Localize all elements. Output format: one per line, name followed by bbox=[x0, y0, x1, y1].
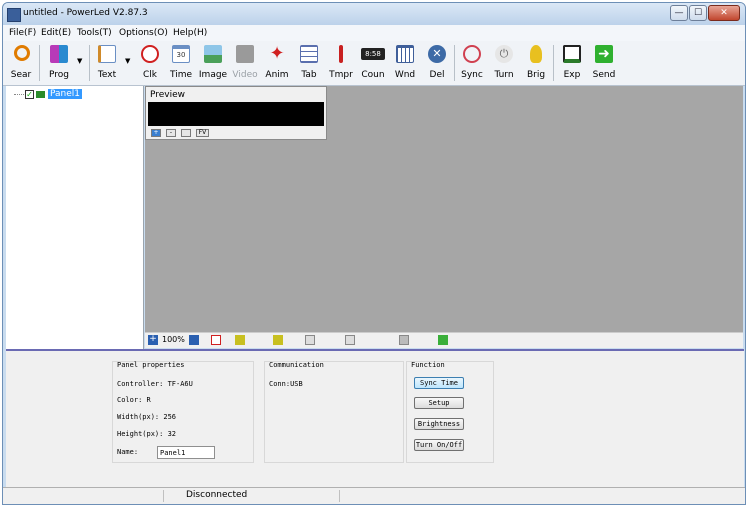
panel-properties-title: Panel properties bbox=[117, 361, 185, 369]
menu-options[interactable]: Options(O) bbox=[119, 28, 168, 38]
panel-icon bbox=[36, 91, 45, 98]
tree-item-panel1[interactable]: Panel1 bbox=[48, 89, 83, 99]
rewind-icon[interactable] bbox=[235, 335, 245, 345]
zoom-in-icon[interactable]: + bbox=[148, 335, 158, 345]
minimize-button[interactable]: — bbox=[670, 5, 688, 21]
sync-time-button[interactable]: Sync Time bbox=[414, 377, 464, 389]
fit-height-icon[interactable] bbox=[305, 335, 315, 345]
toolbar: Sear Prog ▼ Text ▼ Clk 30 Time Image Vid… bbox=[3, 41, 745, 86]
fit-width-icon[interactable] bbox=[345, 335, 355, 345]
toolbar-program-button[interactable]: Prog bbox=[43, 41, 75, 85]
toolbar-label: Prog bbox=[49, 70, 69, 80]
menu-edit[interactable]: Edit(E) bbox=[41, 28, 71, 38]
preview-fv-button[interactable]: FV bbox=[196, 129, 209, 137]
toolbar-send-button[interactable]: ➜ Send bbox=[588, 41, 620, 85]
toolbar-delete-button[interactable]: ✕ Del bbox=[421, 41, 453, 85]
preview-zoom-out-button[interactable]: - bbox=[166, 129, 176, 137]
clock-icon bbox=[141, 45, 159, 63]
editor-workspace: Preview + - FV bbox=[145, 86, 743, 332]
status-cell bbox=[163, 490, 340, 502]
color-value: Color: R bbox=[117, 396, 151, 404]
calendar-icon: 30 bbox=[172, 45, 190, 63]
toolbar-label: Text bbox=[97, 70, 117, 80]
tree-connector bbox=[14, 94, 24, 95]
name-label: Name: bbox=[117, 448, 139, 456]
preview-zoom-in-button[interactable]: + bbox=[151, 129, 161, 137]
forward-icon[interactable] bbox=[273, 335, 283, 345]
setup-button[interactable]: Setup bbox=[414, 397, 464, 409]
window-title: untitled - PowerLed V2.87.3 bbox=[23, 8, 148, 18]
program-dropdown-arrow[interactable]: ▼ bbox=[77, 57, 82, 65]
brightness-button[interactable]: Brightness bbox=[414, 418, 464, 430]
toolbar-brightness-button[interactable]: Brig bbox=[520, 41, 552, 85]
bulb-icon bbox=[530, 45, 542, 63]
thermometer-icon bbox=[339, 45, 343, 63]
height-value: Height(px): 32 bbox=[117, 430, 177, 438]
export-usb-icon bbox=[563, 45, 581, 63]
text-icon bbox=[98, 45, 116, 63]
status-bar: Disconnected bbox=[3, 487, 745, 504]
workspace-toolbar: + 100% bbox=[145, 332, 743, 348]
preview-display bbox=[148, 102, 324, 126]
controller-value: Controller: TF-A6U bbox=[117, 380, 193, 388]
image-icon bbox=[204, 45, 222, 63]
toolbar-search-button[interactable]: Sear bbox=[5, 41, 37, 85]
zoom-out-icon[interactable] bbox=[189, 335, 199, 345]
menu-help[interactable]: Help(H) bbox=[173, 28, 207, 38]
function-group: Function Sync Time Setup Brightness Turn… bbox=[406, 361, 494, 463]
power-icon: ⏻ bbox=[495, 45, 513, 63]
app-icon bbox=[7, 8, 21, 22]
preview-window: Preview + - FV bbox=[145, 86, 327, 140]
connection-value: Conn:USB bbox=[269, 380, 303, 388]
program-icon bbox=[50, 45, 68, 63]
send-arrow-icon: ➜ bbox=[595, 45, 613, 63]
toolbar-label: Send bbox=[592, 70, 616, 80]
delete-icon: ✕ bbox=[428, 45, 446, 63]
turn-on-off-button[interactable]: Turn On/Off bbox=[414, 439, 464, 451]
communication-group: Communication Conn:USB bbox=[264, 361, 404, 463]
play-icon[interactable] bbox=[211, 335, 221, 345]
program-tree: ✓ Panel1 bbox=[6, 86, 144, 349]
status-cell bbox=[3, 490, 164, 502]
title-bar: untitled - PowerLed V2.87.3 — ☐ ✕ bbox=[3, 3, 745, 25]
window-icon bbox=[396, 45, 414, 63]
toolbar-text-button[interactable]: Text bbox=[91, 41, 123, 85]
preview-title: Preview bbox=[150, 90, 186, 100]
table-icon bbox=[300, 45, 318, 63]
animation-icon: ✦ bbox=[269, 43, 285, 64]
menu-bar: File(F) Edit(E) Tools(T) Options(O) Help… bbox=[3, 25, 745, 41]
zoom-level: 100% bbox=[162, 335, 185, 344]
function-title: Function bbox=[411, 361, 445, 369]
menu-tools[interactable]: Tools(T) bbox=[77, 28, 112, 38]
search-icon bbox=[14, 45, 30, 61]
center-icon[interactable] bbox=[399, 335, 409, 345]
panel-name-input[interactable]: Panel1 bbox=[157, 446, 215, 459]
counter-icon: 8:58 bbox=[361, 48, 385, 60]
video-icon bbox=[236, 45, 254, 63]
align-icon[interactable] bbox=[438, 335, 448, 345]
preview-fit-button[interactable] bbox=[181, 129, 191, 137]
sync-clock-icon bbox=[463, 45, 481, 63]
communication-title: Communication bbox=[269, 361, 324, 369]
menu-file[interactable]: File(F) bbox=[9, 28, 36, 38]
properties-panel: Panel properties Controller: TF-A6U Colo… bbox=[6, 349, 744, 487]
panel-checkbox[interactable]: ✓ bbox=[25, 90, 34, 99]
text-dropdown-arrow[interactable]: ▼ bbox=[125, 57, 130, 65]
app-window: untitled - PowerLed V2.87.3 — ☐ ✕ File(F… bbox=[2, 2, 746, 505]
maximize-button[interactable]: ☐ bbox=[689, 5, 707, 21]
close-button[interactable]: ✕ bbox=[708, 5, 740, 21]
width-value: Width(px): 256 bbox=[117, 413, 177, 421]
panel-properties-group: Panel properties Controller: TF-A6U Colo… bbox=[112, 361, 254, 463]
